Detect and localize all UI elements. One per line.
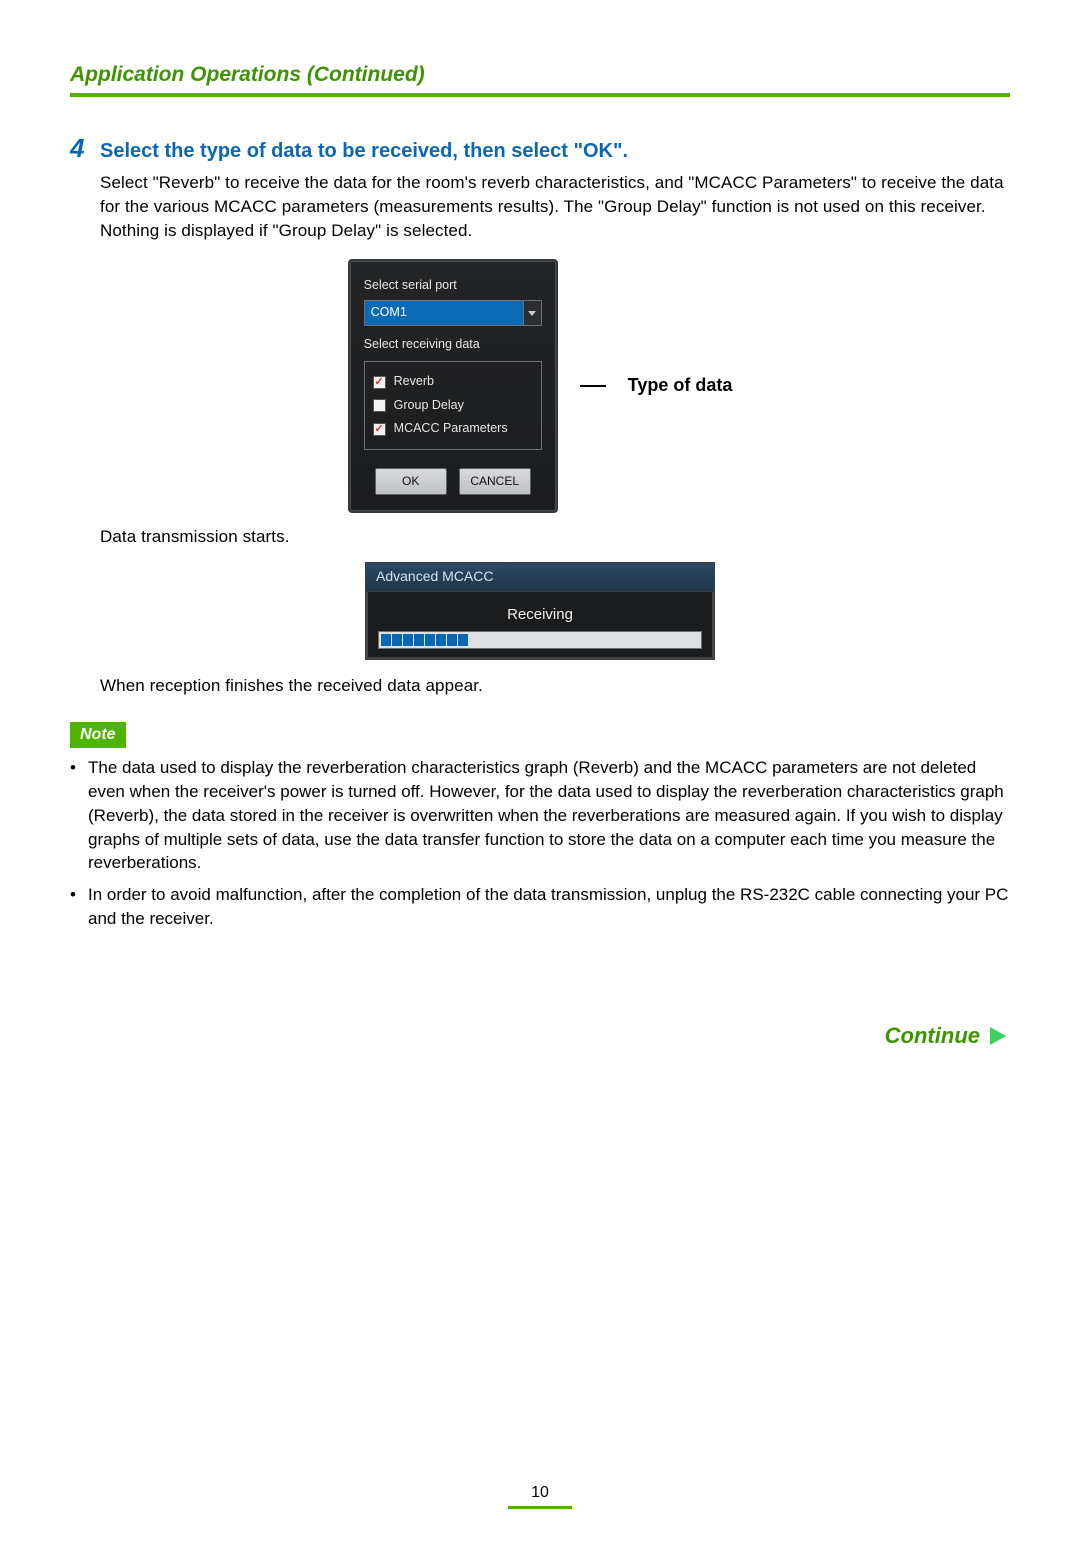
step-intro: Select "Reverb" to receive the data for … [100,171,1010,242]
serial-port-value: COM1 [365,301,523,325]
checkbox-row-mcacc[interactable]: MCACC Parameters [373,417,533,441]
callout-type-of-data: Type of data [628,373,733,398]
cancel-button[interactable]: CANCEL [459,468,531,495]
checkbox-label: MCACC Parameters [394,420,508,438]
note-bullet: The data used to display the reverberati… [70,756,1010,875]
chevron-down-icon [528,311,536,316]
step-number: 4 [70,135,92,161]
receiving-label: Receiving [378,604,702,625]
progress-bar [378,631,702,649]
checkbox-group-delay[interactable] [373,399,386,412]
dialog-receiving-title: Advanced MCACC [366,563,714,592]
checkbox-row-group-delay[interactable]: Group Delay [373,394,533,418]
text-data-transmission-starts: Data transmission starts. [100,525,1010,549]
dialog-port-select-wrap: Select serial port COM1 Select receiving… [70,259,1010,513]
continue-label-text: Continue [885,1021,980,1052]
label-select-serial-port: Select serial port [364,277,542,295]
page-number-underline [508,1506,572,1509]
checkbox-row-reverb[interactable]: Reverb [373,370,533,394]
dialog-receiving: Advanced MCACC Receiving [365,562,715,660]
note-list: The data used to display the reverberati… [70,756,1010,931]
step-title: Select the type of data to be received, … [100,137,628,165]
serial-port-dropdown-button[interactable] [523,301,541,325]
serial-port-combo[interactable]: COM1 [364,300,542,326]
dialog-port-select: Select serial port COM1 Select receiving… [348,259,558,513]
continue-link[interactable]: Continue [885,1021,1006,1052]
page-number: 10 [70,1482,1010,1509]
note-bullet: In order to avoid malfunction, after the… [70,883,1010,931]
checkbox-label: Group Delay [394,397,464,415]
text-reception-finishes: When reception finishes the received dat… [100,674,1010,698]
note-badge: Note [70,722,126,748]
checkbox-reverb[interactable] [373,376,386,389]
ok-button[interactable]: OK [375,468,447,495]
label-select-receiving-data: Select receiving data [364,336,542,354]
section-title: Application Operations (Continued) [70,60,1010,93]
section-divider [70,93,1010,97]
callout-connector [580,385,606,387]
checkbox-label: Reverb [394,373,434,391]
arrow-right-icon [990,1027,1006,1045]
checkbox-mcacc[interactable] [373,423,386,436]
receiving-data-group: Reverb Group Delay MCACC Parameters [364,361,542,450]
step-heading: 4 Select the type of data to be received… [70,137,1010,165]
